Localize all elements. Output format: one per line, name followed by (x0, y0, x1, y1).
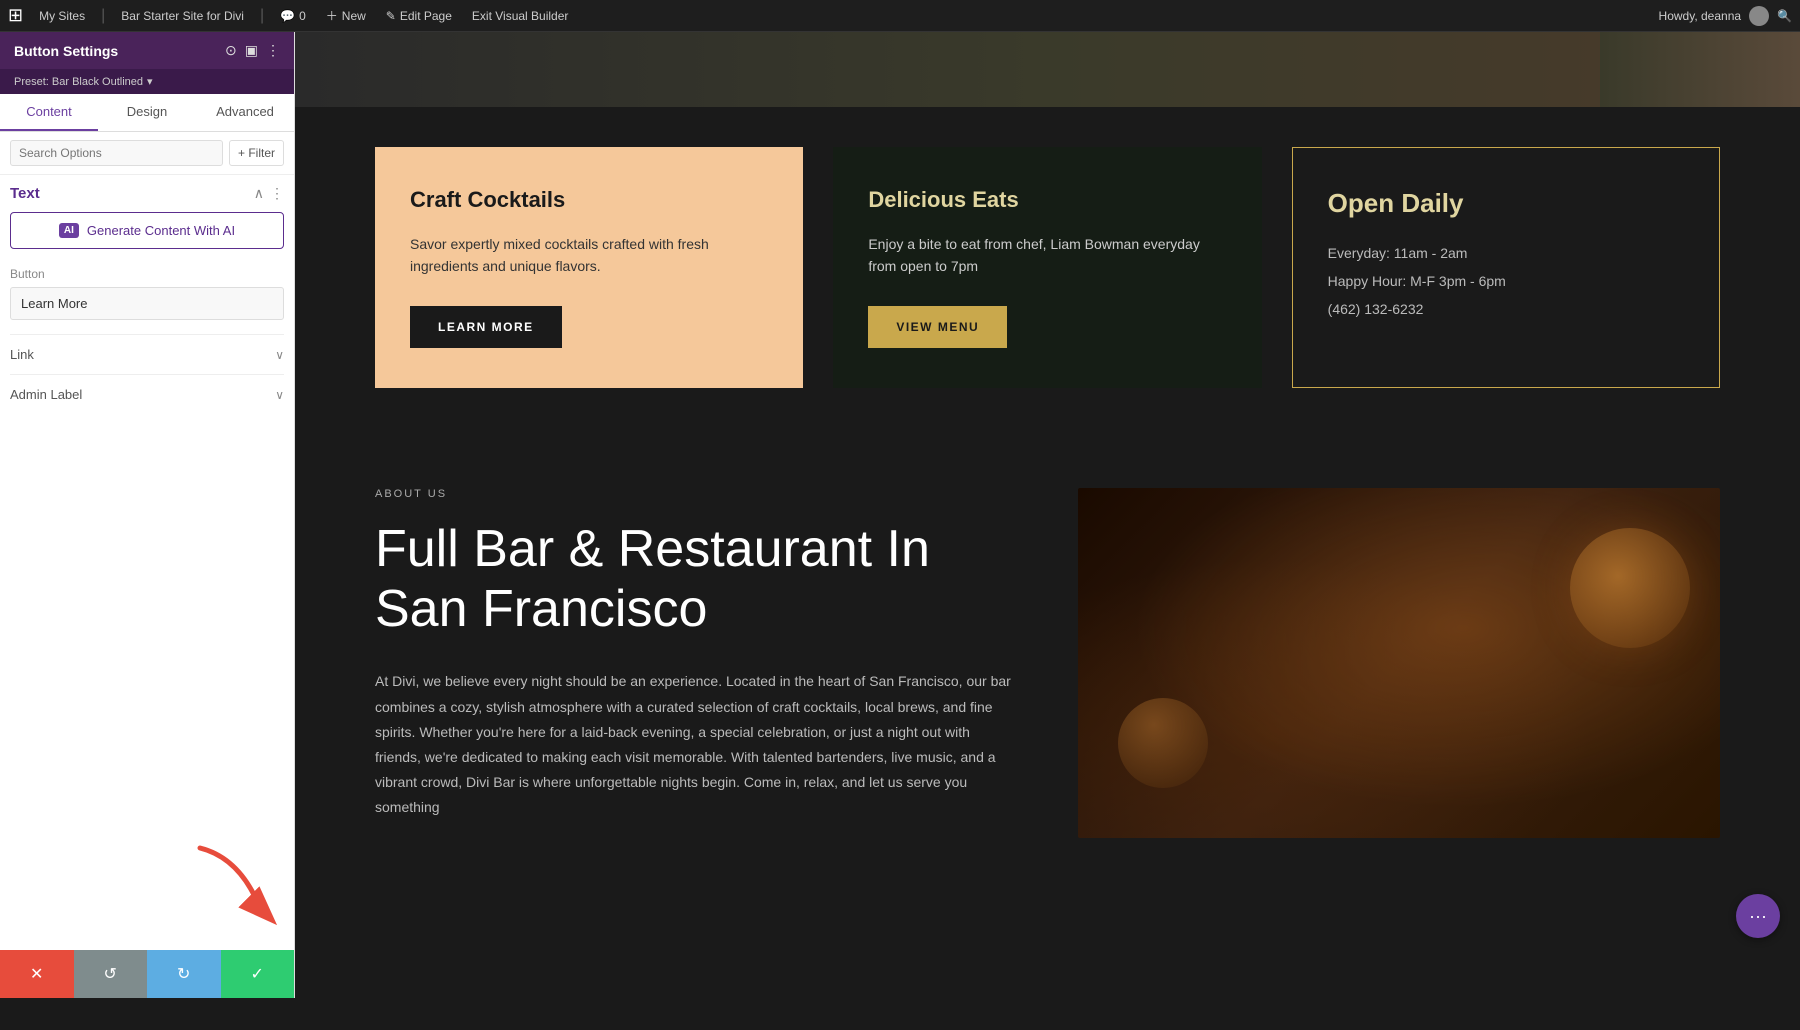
wordpress-icon[interactable]: ⊞ (8, 5, 23, 26)
glass-decoration-2 (1118, 698, 1208, 788)
admin-bar: ⊞ My Sites | Bar Starter Site for Divi |… (0, 0, 1800, 32)
search-options-input[interactable] (10, 140, 223, 166)
open-daily-title: Open Daily (1328, 188, 1684, 219)
my-sites-link[interactable]: My Sites (35, 7, 89, 25)
about-text-area: ABOUT US Full Bar & Restaurant In San Fr… (375, 488, 1018, 821)
text-section-header: Text ∧ ⋮ (10, 185, 284, 202)
admin-label-header[interactable]: Admin Label ∨ (10, 385, 284, 404)
cards-section: Craft Cocktails Savor expertly mixed coc… (295, 107, 1800, 428)
learn-more-button[interactable]: LEARN MORE (410, 306, 562, 348)
ai-badge: AI (59, 223, 79, 238)
hero-image (295, 32, 1800, 107)
left-panel: Button Settings ⊙ ▣ ⋮ Preset: Bar Black … (0, 32, 295, 998)
panel-tabs: Content Design Advanced (0, 94, 294, 132)
preset-arrow: ▾ (147, 75, 153, 88)
link-label: Link (10, 347, 34, 362)
collapse-icon[interactable]: ∧ (254, 185, 264, 202)
main-layout: Button Settings ⊙ ▣ ⋮ Preset: Bar Black … (0, 32, 1800, 998)
about-image (1078, 488, 1721, 838)
save-button[interactable]: ✓ (221, 950, 295, 998)
section-more-icon[interactable]: ⋮ (270, 185, 284, 202)
cocktails-title: Craft Cocktails (410, 187, 768, 213)
fab-menu-button[interactable]: ··· (1736, 894, 1780, 938)
search-icon-admin[interactable]: 🔍 (1777, 9, 1792, 23)
happy-hour-text: Happy Hour: M-F 3pm - 6pm (1328, 267, 1684, 295)
button-field-section: Button (10, 267, 284, 320)
arrow-indicator (180, 838, 300, 943)
about-label: ABOUT US (375, 488, 1018, 500)
redo-button[interactable]: ↻ (147, 950, 221, 998)
section-controls: ∧ ⋮ (254, 185, 284, 202)
panel-header-icons: ⊙ ▣ ⋮ (225, 42, 280, 59)
cocktails-desc: Savor expertly mixed cocktails crafted w… (410, 233, 768, 278)
generate-ai-button[interactable]: AI Generate Content With AI (10, 212, 284, 249)
admin-label-chevron-icon: ∨ (275, 388, 284, 402)
view-menu-button[interactable]: VIEW MENU (868, 306, 1007, 348)
panel-search: + Filter (0, 132, 294, 175)
text-section-title: Text (10, 185, 40, 202)
link-chevron-icon: ∨ (275, 348, 284, 362)
cancel-button[interactable]: ✕ (0, 950, 74, 998)
panel-preset[interactable]: Preset: Bar Black Outlined ▾ (0, 69, 294, 94)
filter-button[interactable]: + Filter (229, 140, 284, 166)
link-section: Link ∨ (10, 334, 284, 374)
glass-decoration-1 (1570, 528, 1690, 648)
card-cocktails: Craft Cocktails Savor expertly mixed coc… (375, 147, 803, 388)
admin-bar-right: Howdy, deanna 🔍 (1659, 6, 1792, 26)
link-section-header[interactable]: Link ∨ (10, 345, 284, 364)
new-link[interactable]: ＋ New (322, 5, 370, 26)
sep2: | (260, 7, 264, 25)
howdy-text: Howdy, deanna (1659, 9, 1742, 23)
tab-design[interactable]: Design (98, 94, 196, 131)
button-text-input[interactable] (10, 287, 284, 320)
preset-label: Preset: Bar Black Outlined (14, 76, 143, 88)
open-daily-info: Everyday: 11am - 2am Happy Hour: M-F 3pm… (1328, 239, 1684, 323)
exit-builder-link[interactable]: Exit Visual Builder (468, 7, 573, 25)
admin-label-section: Admin Label ∨ (10, 374, 284, 414)
button-field-label: Button (10, 267, 284, 281)
user-avatar[interactable] (1749, 6, 1769, 26)
sync-icon[interactable]: ⊙ (225, 42, 237, 59)
eats-title: Delicious Eats (868, 187, 1226, 213)
more-icon[interactable]: ⋮ (266, 42, 280, 59)
panel-title: Button Settings (14, 43, 118, 59)
about-section: ABOUT US Full Bar & Restaurant In San Fr… (295, 428, 1800, 898)
about-title: Full Bar & Restaurant In San Francisco (375, 520, 1018, 640)
comments-link[interactable]: 💬 0 (276, 7, 310, 25)
tab-advanced[interactable]: Advanced (196, 94, 294, 131)
panel-header: Button Settings ⊙ ▣ ⋮ (0, 32, 294, 69)
fab-icon: ··· (1749, 906, 1767, 927)
edit-page-link[interactable]: ✎ Edit Page (382, 7, 456, 25)
sep1: | (101, 7, 105, 25)
card-eats: Delicious Eats Enjoy a bite to eat from … (833, 147, 1261, 388)
undo-button[interactable]: ↺ (74, 950, 148, 998)
hours-text: Everyday: 11am - 2am (1328, 239, 1684, 267)
main-content: Craft Cocktails Savor expertly mixed coc… (295, 32, 1800, 998)
phone-text: (462) 132-6232 (1328, 295, 1684, 323)
generate-label: Generate Content With AI (87, 223, 235, 238)
admin-label-text: Admin Label (10, 387, 82, 402)
card-open-daily: Open Daily Everyday: 11am - 2am Happy Ho… (1292, 147, 1720, 388)
tab-content[interactable]: Content (0, 94, 98, 131)
eats-desc: Enjoy a bite to eat from chef, Liam Bowm… (868, 233, 1226, 278)
about-body-text: At Divi, we believe every night should b… (375, 669, 1018, 820)
panel-actions: ✕ ↺ ↻ ✓ (0, 950, 294, 998)
layout-icon[interactable]: ▣ (245, 42, 258, 59)
site-name-link[interactable]: Bar Starter Site for Divi (117, 7, 248, 25)
